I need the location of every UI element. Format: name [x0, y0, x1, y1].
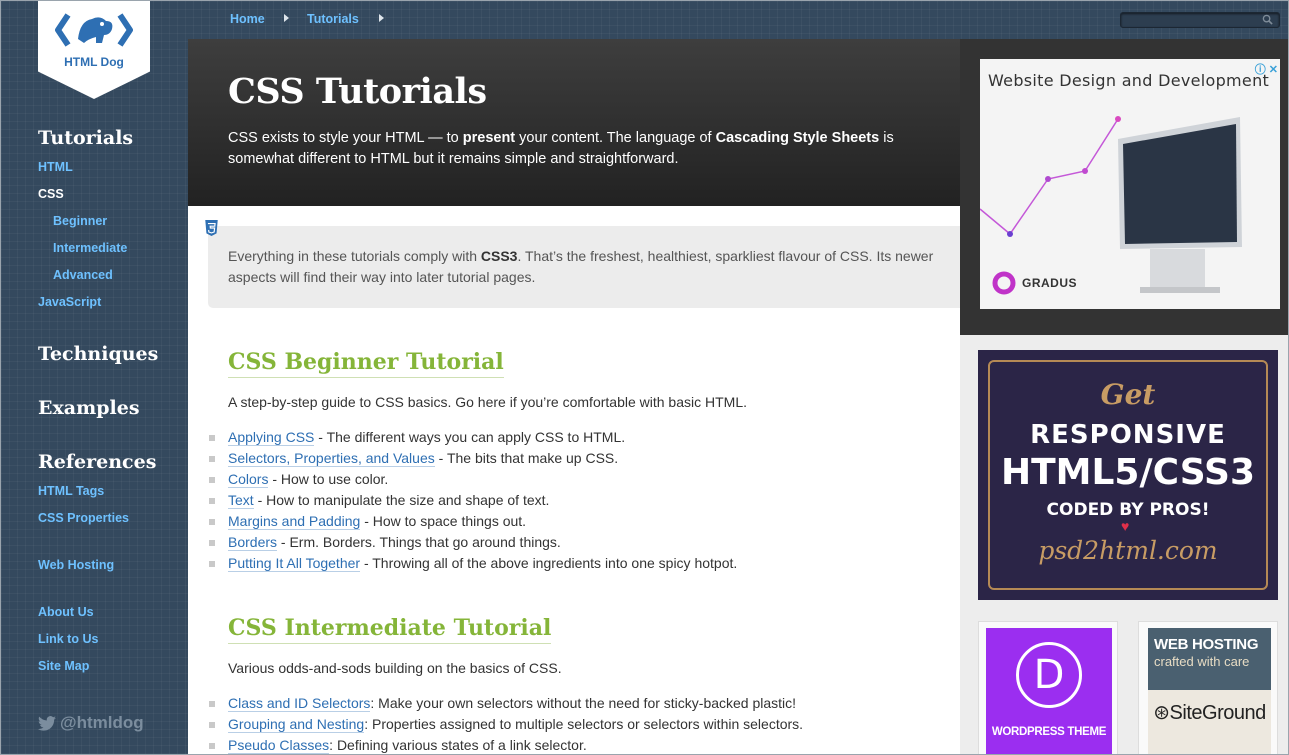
ad-siteground-brand: ⊛SiteGround	[1148, 690, 1271, 754]
list-item: Margins and Padding - How to space thing…	[208, 511, 737, 532]
ad-coded-text: CODED BY PROS!	[1046, 500, 1210, 520]
sidebar: HTML Dog Tutorials HTML CSS Beginner Int…	[4, 1, 188, 754]
nav-link-link-to-us[interactable]: Link to Us	[38, 632, 98, 646]
tutorial-link[interactable]: Colors	[228, 471, 269, 488]
breadcrumb-home[interactable]: Home	[230, 12, 265, 26]
list-item: Text - How to manipulate the size and sh…	[208, 490, 737, 511]
section-title-beginner[interactable]: CSS Beginner Tutorial	[228, 349, 504, 378]
logo-text: HTML Dog	[64, 55, 124, 69]
ad-siteground[interactable]: WEB HOSTING crafted with care ⊛SiteGroun…	[1138, 621, 1278, 754]
search-icon[interactable]	[1262, 14, 1273, 25]
section-desc-beginner: A step-by-step guide to CSS basics. Go h…	[228, 394, 748, 410]
tutorial-link[interactable]: Margins and Padding	[228, 513, 361, 530]
ad-divi-banner: D WORDPRESS THEME	[986, 628, 1112, 754]
section-desc-intermediate: Various odds-and-sods building on the ba…	[228, 660, 562, 676]
ad-siteground-top: WEB HOSTING crafted with care	[1148, 628, 1271, 690]
siteground-logo-icon: ⊛	[1153, 702, 1170, 724]
nav-heading-references[interactable]: References	[38, 451, 156, 473]
logo[interactable]: HTML Dog	[38, 1, 150, 99]
tutorial-link[interactable]: Applying CSS	[228, 429, 315, 446]
ad-html5-text: HTML5/CSS3	[1000, 452, 1256, 493]
intermediate-list: Class and ID Selectors: Make your own se…	[208, 693, 803, 754]
list-item: Class and ID Selectors: Make your own se…	[208, 693, 803, 714]
ad-web-hosting-text: WEB HOSTING	[1154, 636, 1259, 653]
css3-icon	[205, 220, 218, 236]
ad-psd2html[interactable]: Get RESPONSIVE HTML5/CSS3 CODED BY PROS!…	[978, 350, 1278, 600]
main-content: Everything in these tutorials comply wit…	[188, 206, 960, 754]
ad-gradus[interactable]: Website Design and Development ⓘ ✕ GRADU…	[960, 39, 1288, 335]
ad-wordpress-theme[interactable]: D WORDPRESS THEME	[978, 621, 1118, 754]
nav-link-web-hosting[interactable]: Web Hosting	[38, 558, 114, 572]
ad-gradus-banner[interactable]: Website Design and Development ⓘ ✕ GRADU…	[980, 59, 1280, 309]
nav-link-intermediate[interactable]: Intermediate	[53, 241, 127, 255]
list-item: Selectors, Properties, and Values - The …	[208, 448, 737, 469]
list-item: Pseudo Classes: Defining various states …	[208, 735, 803, 754]
page-intro: CSS exists to style your HTML — to prese…	[228, 130, 894, 167]
page-frame: HTML Dog Tutorials HTML CSS Beginner Int…	[0, 0, 1289, 755]
list-item: Grouping and Nesting: Properties assigne…	[208, 714, 803, 735]
ad-crafted-text: crafted with care	[1154, 654, 1250, 669]
nav-link-about-us[interactable]: About Us	[38, 605, 94, 619]
tutorial-link[interactable]: Grouping and Nesting	[228, 716, 365, 733]
nav-link-html-tags[interactable]: HTML Tags	[38, 484, 104, 498]
twitter-handle: @htmldog	[60, 713, 144, 732]
breadcrumb-separator-icon	[379, 14, 384, 22]
nav-link-site-map[interactable]: Site Map	[38, 659, 89, 673]
twitter-link[interactable]: @htmldog	[38, 713, 144, 733]
breadcrumb-tutorials[interactable]: Tutorials	[307, 12, 359, 26]
list-item: Colors - How to use color.	[208, 469, 737, 490]
ad-wordpress-label: WORDPRESS THEME	[991, 726, 1107, 738]
ad-responsive-text: RESPONSIVE	[1030, 420, 1226, 450]
list-item: Applying CSS - The different ways you ca…	[208, 427, 737, 448]
ad-get-text: Get	[1100, 378, 1156, 411]
adchoices-icon[interactable]: ⓘ ✕	[1255, 61, 1278, 77]
tutorial-link[interactable]: Class and ID Selectors	[228, 695, 371, 712]
tutorial-link[interactable]: Text	[228, 492, 254, 509]
ad-column: Website Design and Development ⓘ ✕ GRADU…	[960, 39, 1288, 754]
nav-link-css-properties[interactable]: CSS Properties	[38, 511, 129, 525]
heart-icon: ♥	[1121, 518, 1130, 534]
page-title: CSS Tutorials	[228, 71, 487, 112]
tutorial-link[interactable]: Pseudo Classes	[228, 737, 330, 754]
tutorial-link[interactable]: Selectors, Properties, and Values	[228, 450, 435, 467]
ad-site-text: psd2html.com	[1038, 536, 1218, 565]
tutorial-link[interactable]: Borders	[228, 534, 278, 551]
list-item: Putting It All Together - Throwing all o…	[208, 553, 737, 574]
nav-heading-examples[interactable]: Examples	[38, 397, 140, 419]
tutorial-link[interactable]: Putting It All Together	[228, 555, 361, 572]
twitter-bird-icon	[38, 715, 56, 731]
css3-notice: Everything in these tutorials comply wit…	[208, 226, 960, 308]
nav-heading-tutorials[interactable]: Tutorials	[38, 127, 133, 149]
nav-link-beginner[interactable]: Beginner	[53, 214, 107, 228]
nav-link-html[interactable]: HTML	[38, 160, 73, 174]
nav-link-javascript[interactable]: JavaScript	[38, 295, 101, 309]
ad-gradus-brand: GRADUS	[992, 271, 1077, 295]
nav-link-css[interactable]: CSS	[38, 187, 64, 201]
beginner-list: Applying CSS - The different ways you ca…	[208, 427, 737, 574]
gradus-logo-icon	[992, 271, 1016, 295]
nav-heading-techniques[interactable]: Techniques	[38, 343, 158, 365]
search-input[interactable]	[1120, 12, 1280, 28]
section-title-intermediate[interactable]: CSS Intermediate Tutorial	[228, 615, 552, 644]
hero-header: CSS Tutorials CSS exists to style your H…	[188, 39, 960, 206]
list-item: Borders - Erm. Borders. Things that go a…	[208, 532, 737, 553]
divi-logo-icon: D	[1016, 642, 1082, 708]
html-dog-logo-icon	[55, 13, 133, 47]
nav-link-advanced[interactable]: Advanced	[53, 268, 113, 282]
ad-gradus-title: Website Design and Development	[988, 71, 1270, 90]
breadcrumb-separator-icon	[284, 14, 289, 22]
